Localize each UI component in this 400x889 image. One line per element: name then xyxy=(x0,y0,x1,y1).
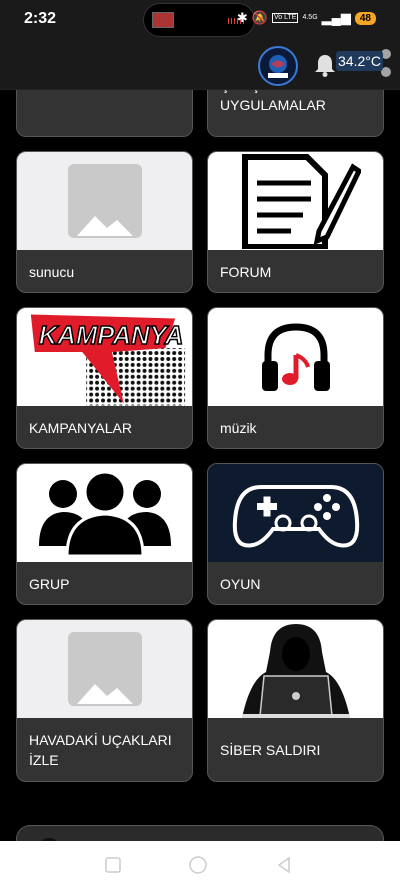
headphones-music-icon xyxy=(261,323,330,391)
card-image xyxy=(17,620,192,718)
temperature-readout: 34.2°C xyxy=(336,51,383,71)
card-image xyxy=(208,308,383,406)
status-bar: 2:32 ✱ 🔕 Vo LTE 4.5G ▂▄▆ 48 xyxy=(0,0,400,40)
mute-icon: 🔕 xyxy=(251,10,269,25)
back-button-icon[interactable] xyxy=(274,855,294,875)
card-label: ÇALIŞMAYAN UYGULAMALAR xyxy=(220,90,326,113)
document-pen-icon xyxy=(241,154,361,249)
card-kampanyalar[interactable]: KAMPANYA KAMPANYALAR xyxy=(16,307,193,449)
menu-grid: VİDEOLARIM ÇALIŞMAYAN UYGULAMALAR sunucu… xyxy=(0,90,400,840)
card-label: SİBER SALDIRI xyxy=(220,741,321,758)
card-oyun[interactable]: OYUN xyxy=(207,463,384,605)
card-label: HAVADAKİ UÇAKLARI İZLE xyxy=(29,731,172,768)
bell-icon[interactable] xyxy=(312,52,338,78)
app-logo[interactable] xyxy=(258,46,298,86)
group-people-icon xyxy=(38,470,171,556)
volte-badge: Vo LTE xyxy=(272,13,299,23)
battery-badge: 48 xyxy=(354,11,376,25)
card-label: FORUM xyxy=(220,264,272,280)
gamepad-icon xyxy=(232,485,359,548)
card-label: sunucu xyxy=(29,264,75,280)
card-muzik[interactable]: müzik xyxy=(207,307,384,449)
card-forum[interactable]: FORUM xyxy=(207,151,384,293)
system-nav-bar xyxy=(0,841,400,889)
card-label: OYUN xyxy=(220,576,261,592)
recents-button-icon[interactable] xyxy=(103,855,123,875)
card-image xyxy=(17,464,192,562)
kampanya-text: KAMPANYA xyxy=(39,322,184,350)
card-havadaki-ucaklari-izle[interactable]: HAVADAKİ UÇAKLARI İZLE xyxy=(16,619,193,782)
image-placeholder-icon xyxy=(67,632,142,706)
card-grup[interactable]: GRUP xyxy=(16,463,193,605)
kampanya-banner: KAMPANYA xyxy=(30,314,186,406)
card-label: GRUP xyxy=(29,576,70,592)
card-siber-saldiri[interactable]: SİBER SALDIRI xyxy=(207,619,384,782)
card-calismayan-uygulamalar[interactable]: ÇALIŞMAYAN UYGULAMALAR xyxy=(207,90,384,137)
card-image xyxy=(208,464,383,562)
card-image xyxy=(208,620,383,718)
status-time: 2:32 xyxy=(24,10,57,27)
home-button-icon[interactable] xyxy=(188,855,208,875)
card-sunucu[interactable]: sunucu xyxy=(16,151,193,293)
app-header: 34.2°C xyxy=(0,40,400,90)
globe-logo-icon xyxy=(268,55,288,78)
image-placeholder-icon xyxy=(67,164,142,238)
card-label: VİDEOLARIM xyxy=(17,90,192,118)
media-thumbnail xyxy=(152,12,174,28)
network-type: 4.5G xyxy=(302,14,318,21)
status-icons: ✱ 🔕 Vo LTE 4.5G ▂▄▆ 48 xyxy=(237,10,376,26)
card-image: KAMPANYA xyxy=(17,308,192,406)
card-label: KAMPANYALAR xyxy=(29,420,132,436)
card-label: müzik xyxy=(220,420,257,436)
bluetooth-icon: ✱ xyxy=(236,10,248,25)
hacker-laptop-icon xyxy=(241,624,350,718)
signal-icon: ▂▄▆ xyxy=(321,10,351,25)
card-image xyxy=(17,152,192,250)
card-image xyxy=(208,152,383,250)
card-videolarim[interactable]: VİDEOLARIM xyxy=(16,90,193,137)
